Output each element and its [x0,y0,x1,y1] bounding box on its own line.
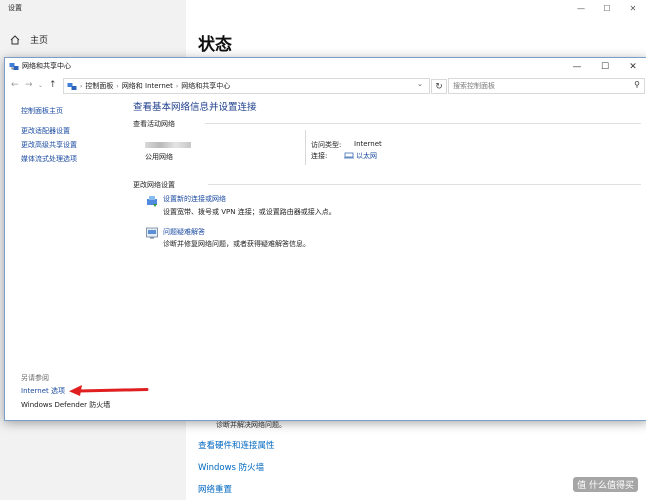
maximize-button[interactable]: ☐ [591,58,619,75]
ethernet-icon [344,152,354,161]
network-type: 公用网络 [145,153,173,161]
forward-arrow-icon[interactable]: → [25,80,33,90]
network-reset-link[interactable]: 网络重置 [198,483,232,495]
media-streaming-link[interactable]: 媒体流式处理选项 [21,152,77,166]
settings-home-item[interactable]: 主页 [10,33,48,46]
section-divider [208,184,641,185]
change-sharing-settings-link[interactable]: 更改高级共享设置 [21,138,77,152]
setup-connection-link[interactable]: 设置新的连接或网络 [163,194,226,204]
window-title: 网络和共享中心 [22,62,71,70]
up-arrow-icon[interactable]: ↑ [49,80,57,90]
settings-home-label: 主页 [30,36,49,46]
active-networks-label: 查看活动网络 [133,120,175,128]
control-panel-icon [67,81,77,91]
search-icon: ⚲ [634,80,640,89]
troubleshoot-icon [145,226,159,240]
breadcrumb-separator-icon: › [175,82,179,90]
search-placeholder: 搜索控制面板 [453,82,495,90]
windows-firewall-link[interactable]: Windows 防火墙 [198,461,264,473]
breadcrumb-network-center[interactable]: 网络和共享中心 [181,81,230,91]
defender-firewall-link[interactable]: Windows Defender 防火墙 [21,400,110,410]
access-type-label: 访问类型: [311,141,342,149]
main-title: 查看基本网络信息并设置连接 [133,102,257,113]
home-icon [10,34,20,45]
see-also-label: 另请参阅 [21,374,49,382]
address-row: ← → ⌄ ↑ › 控制面板 › 网络和 Internet › 网络和共享中心 … [5,77,646,95]
setup-connection-desc: 设置宽带、拨号或 VPN 连接；或设置路由器或接入点。 [163,208,336,216]
history-chevron-icon[interactable]: ⌄ [38,82,43,89]
caption-buttons: — ☐ ✕ [563,58,646,75]
breadcrumb-control-panel[interactable]: 控制面板 [85,81,113,91]
refresh-icon[interactable]: ↻ [431,79,447,94]
new-connection-icon [145,194,159,208]
close-button[interactable]: ✕ [620,0,646,16]
address-dropdown-icon[interactable]: ⌄ [417,80,423,88]
connection-label: 连接: [311,152,328,160]
hardware-properties-link[interactable]: 查看硬件和连接属性 [198,439,275,451]
close-button[interactable]: ✕ [619,58,646,75]
settings-title: 设置 [8,4,22,12]
control-panel-home-link[interactable]: 控制面板主页 [21,104,77,118]
section-divider [205,123,641,124]
change-adapter-settings-link[interactable]: 更改适配器设置 [21,124,77,138]
ethernet-link[interactable]: 以太网 [344,151,377,161]
network-sharing-center-window: 网络和共享中心 — ☐ ✕ ← → ⌄ ↑ › 控制面板 › 网络和 Inter… [4,57,646,421]
address-bar[interactable]: › 控制面板 › 网络和 Internet › 网络和共享中心 [63,78,430,94]
breadcrumb-separator-icon: › [116,82,119,90]
change-settings-label: 更改网络设置 [133,181,175,189]
minimize-button[interactable]: — [563,58,591,75]
minimize-button[interactable]: — [568,0,594,16]
access-type-value: Internet [354,140,382,148]
search-input[interactable]: 搜索控制面板 ⚲ [448,78,645,94]
settings-page-title: 状态 [198,35,232,55]
network-center-icon [9,61,19,71]
connection-value: 以太网 [356,152,377,160]
internet-options-link[interactable]: Internet 选项 [21,386,65,396]
settings-behind-text: 诊断并解决网络问题。 [216,421,286,429]
red-arrow-annotation-icon [69,385,149,396]
left-panel: 控制面板主页 更改适配器设置 更改高级共享设置 媒体流式处理选项 [21,104,77,166]
back-arrow-icon[interactable]: ← [11,80,19,90]
title-bar[interactable]: 网络和共享中心 — ☐ ✕ [5,58,646,75]
breadcrumb-separator-icon: › [80,82,83,90]
vertical-divider [305,130,306,165]
troubleshoot-link[interactable]: 问题疑难解答 [163,227,205,237]
breadcrumb-network-internet[interactable]: 网络和 Internet [122,81,173,91]
network-name-redacted [145,142,191,148]
troubleshoot-desc: 诊断并修复网络问题，或者获得疑难解答信息。 [163,240,310,248]
watermark: 值 什么值得买 [573,477,638,492]
maximize-button[interactable]: ☐ [594,0,620,16]
settings-caption-buttons: — ☐ ✕ [568,0,646,16]
